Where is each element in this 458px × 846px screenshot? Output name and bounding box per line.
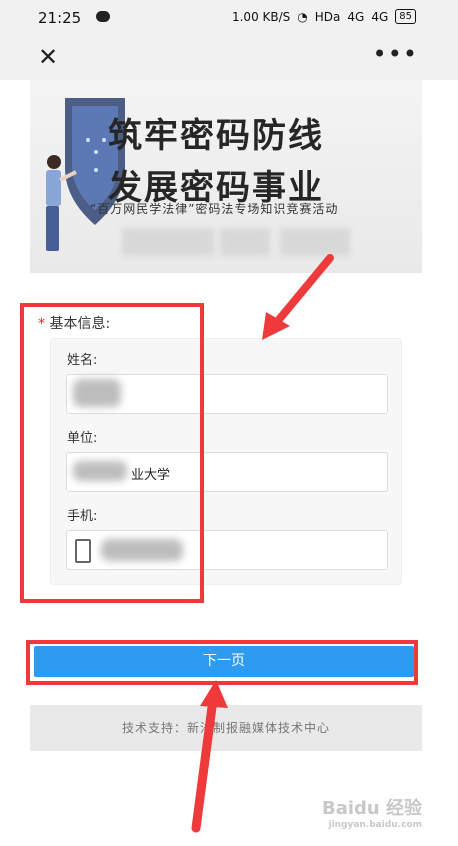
baidu-watermark: Baidu 经验 jingyan.baidu.com (322, 794, 422, 830)
watermark-brand: Baidu 经验 (321, 798, 422, 819)
watermark-url: jingyan.baidu.com (328, 820, 422, 830)
phone-screen: 21:25 1.00 KB/S ◔ HDa 4G 4G 85 ✕ ••• 筑牢密… (0, 0, 458, 846)
annotation-arrows (191, 254, 334, 833)
